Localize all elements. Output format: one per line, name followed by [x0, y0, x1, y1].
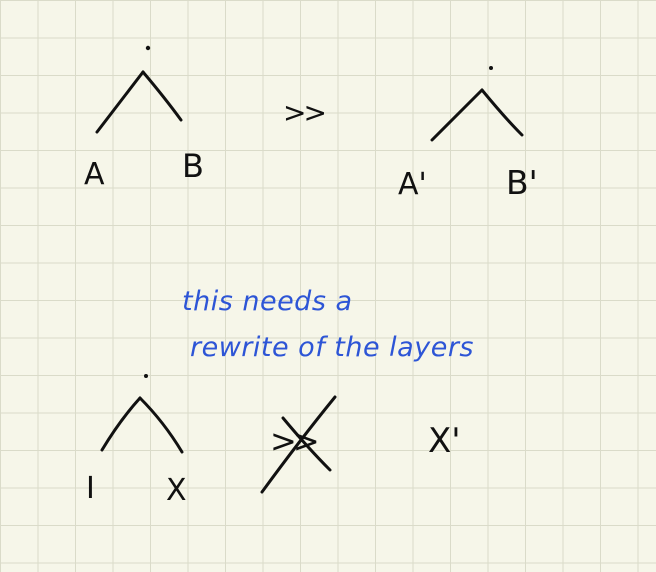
relation-symbol: >> — [283, 96, 327, 129]
annotation-line-1: this needs a — [182, 286, 353, 317]
tree-top-right-leaf-a-prime: A' — [398, 167, 427, 202]
bottom-result-x-prime: X' — [428, 421, 461, 461]
left-branch — [430, 88, 484, 142]
root-dot — [145, 45, 151, 51]
tree-bottom-branches — [100, 374, 184, 454]
right-branch — [141, 70, 183, 122]
left-branch — [100, 396, 142, 452]
left-branch — [95, 70, 145, 134]
tree-bottom-leaf-i: I — [86, 471, 95, 506]
tree-top-left-branches — [95, 45, 183, 134]
tree-top-left-leaf-a: A — [84, 157, 105, 192]
tree-top-right-branches — [430, 66, 524, 142]
tree-top-left-leaf-b: B — [182, 147, 204, 185]
notebook-page: A B >> A' B' this needs a rewrite of the… — [0, 0, 656, 572]
annotation-line-2: rewrite of the layers — [190, 332, 474, 363]
tree-top-right-leaf-b-prime: B' — [506, 163, 538, 202]
right-branch — [480, 88, 524, 137]
right-branch — [138, 396, 184, 454]
root-dot — [144, 374, 148, 378]
tree-bottom-leaf-x: X — [166, 473, 187, 508]
root-dot — [489, 66, 493, 70]
crossed-relation-symbol: >> — [270, 422, 320, 460]
